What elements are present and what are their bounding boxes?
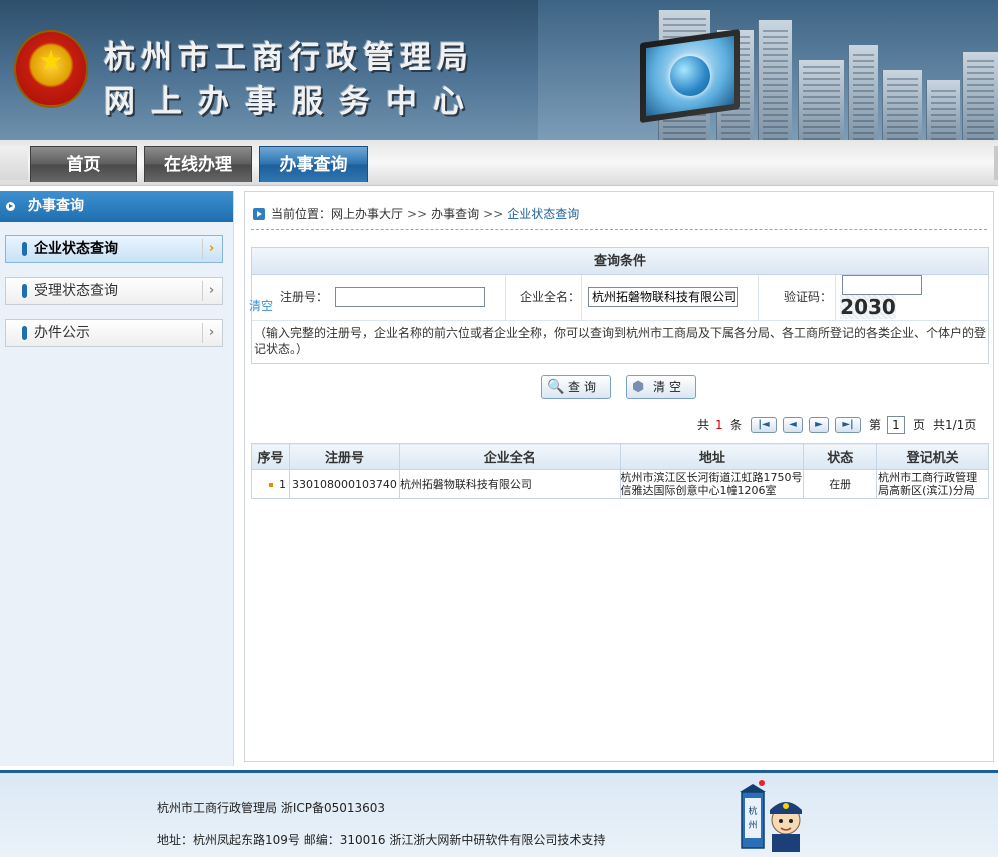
clear-button[interactable]: ⬢ 清空 — [626, 375, 696, 399]
svg-text:杭: 杭 — [748, 805, 757, 817]
main-panel: 当前位置：网上办事大厅 >> 办事查询 >> 企业状态查询 查询条件 清空 注册号： 企… — [244, 191, 994, 762]
sidebar-item-label: 办件公示 — [34, 325, 90, 341]
nav-tab-online[interactable]: 在线办理 — [144, 146, 252, 182]
chevron-right-icon: › — [202, 281, 220, 301]
query-row: 清空 注册号： 企业全名： 杭州拓磐物联科技有限公司 验证码： 2030 — [249, 275, 988, 321]
sidebar-item-label: 受理状态查询 — [34, 283, 118, 299]
reg-no-input[interactable] — [335, 287, 485, 307]
col-company-name: 企业全名 — [398, 443, 621, 470]
captcha-image[interactable]: 2030 — [840, 295, 896, 319]
nav-tab-query[interactable]: 办事查询 — [259, 146, 368, 182]
cell-company-name[interactable]: 杭州拓磐物联科技有限公司 — [398, 469, 621, 499]
police-mascot-icon: 杭 州 — [740, 780, 802, 852]
nav-tab-home[interactable]: 首页 — [30, 146, 137, 182]
clear-link[interactable]: 清空 — [249, 297, 273, 314]
cell-reg-no: 330108000103740 — [288, 469, 400, 499]
footer-line1: 杭州市工商行政管理局 浙ICP备05013603 — [157, 801, 386, 815]
location-icon — [253, 208, 265, 220]
col-status: 状态 — [803, 443, 878, 470]
play-icon — [6, 202, 15, 211]
breadcrumb-item-query[interactable]: 办事查询 — [431, 207, 479, 221]
cube-icon: ⬢ — [632, 379, 649, 395]
pager: 共 1 条 |◄ ◄ ► ►| 第 1 页 共1/1页 — [697, 414, 987, 436]
col-address: 地址 — [619, 443, 805, 470]
breadcrumb: 当前位置：网上办事大厅 >> 办事查询 >> 企业状态查询 — [251, 204, 987, 230]
site-subtitle: 网上办事服务中心 — [104, 84, 480, 120]
building-6 — [882, 70, 922, 140]
breadcrumb-item-hall[interactable]: 网上办事大厅 — [331, 207, 403, 221]
footer-line2: 地址：杭州凤起东路109号 邮编：310016 浙江浙大网新中研软件有限公司技术… — [157, 833, 606, 847]
sidebar-item-label: 企业状态查询 — [34, 241, 118, 257]
sidebar-item-company-status[interactable]: 企业状态查询 › — [5, 235, 223, 263]
last-page-button[interactable]: ►| — [835, 417, 861, 433]
svg-text:州: 州 — [748, 820, 757, 831]
page-info: 共1/1页 — [933, 418, 977, 432]
cell-status: 在册 — [803, 469, 878, 499]
col-index: 序号 — [251, 443, 290, 470]
results-table: 序号 注册号 企业全名 地址 状态 登记机关 1 330108000103740… — [251, 443, 989, 499]
captcha-label: 验证码： — [783, 290, 832, 304]
building-8 — [962, 52, 998, 140]
col-reg-no: 注册号 — [288, 443, 400, 470]
magnifier-icon: 🔍 — [547, 379, 569, 395]
cell-index: 1 — [251, 469, 290, 499]
query-form: 查询条件 清空 注册号： 企业全名： 杭州拓磐物联科技有限公司 验证码： 203… — [249, 247, 989, 364]
building-3 — [758, 20, 792, 140]
reg-no-label: 注册号： — [279, 290, 328, 304]
next-page-button[interactable]: ► — [809, 417, 829, 433]
company-name-input[interactable]: 杭州拓磐物联科技有限公司 — [588, 287, 738, 307]
bullet-pill-icon — [22, 326, 27, 340]
bullet-icon — [268, 482, 273, 487]
footer: 杭州市工商行政管理局 浙ICP备05013603 地址：杭州凤起东路109号 邮… — [0, 770, 998, 857]
city-skyline — [538, 0, 998, 140]
main-nav: 首页 在线办理 办事查询 — [0, 140, 998, 186]
sidebar-item-public-notice[interactable]: 办件公示 › — [5, 319, 223, 347]
bullet-pill-icon — [22, 284, 27, 298]
site-title: 杭州市工商行政管理局 — [104, 40, 474, 76]
sidebar-heading: 办事查询 — [0, 191, 233, 222]
col-authority: 登记机关 — [876, 443, 989, 470]
national-emblem-icon: ★ — [14, 30, 88, 108]
bullet-pill-icon — [22, 242, 27, 256]
page-number-input[interactable]: 1 — [887, 416, 905, 434]
captcha-input[interactable] — [842, 275, 922, 295]
building-5 — [848, 45, 878, 140]
building-4 — [798, 60, 844, 140]
sidebar-item-accept-status[interactable]: 受理状态查询 › — [5, 277, 223, 305]
search-button[interactable]: 🔍 查询 — [541, 375, 611, 399]
cell-authority: 杭州市工商行政管理局高新区(滨江)分局 — [876, 469, 989, 499]
building-7 — [926, 80, 960, 140]
total-count: 1 — [715, 418, 723, 432]
first-page-button[interactable]: |◄ — [751, 417, 777, 433]
globe-icon — [670, 56, 710, 96]
prev-page-button[interactable]: ◄ — [783, 417, 803, 433]
breadcrumb-item-current: 企业状态查询 — [507, 207, 580, 221]
chevron-right-icon: › — [202, 323, 220, 343]
query-heading: 查询条件 — [252, 248, 988, 275]
cell-address: 杭州市滨江区长河街道江虹路1750号信雅达国际创意中心1幢1206室 — [619, 469, 805, 499]
table-row[interactable]: 1 330108000103740 杭州拓磐物联科技有限公司 杭州市滨江区长河街… — [251, 469, 989, 499]
query-hint: （输入完整的注册号，企业名称的前六位或者企业全称，你可以查询到杭州市工商局及下属… — [254, 326, 987, 356]
chevron-right-icon: › — [202, 239, 220, 259]
header-banner: ★ 杭州市工商行政管理局 网上办事服务中心 — [0, 0, 998, 140]
sidebar: 办事查询 企业状态查询 › 受理状态查询 › 办件公示 › — [0, 191, 234, 766]
company-name-label: 企业全名： — [519, 290, 580, 304]
